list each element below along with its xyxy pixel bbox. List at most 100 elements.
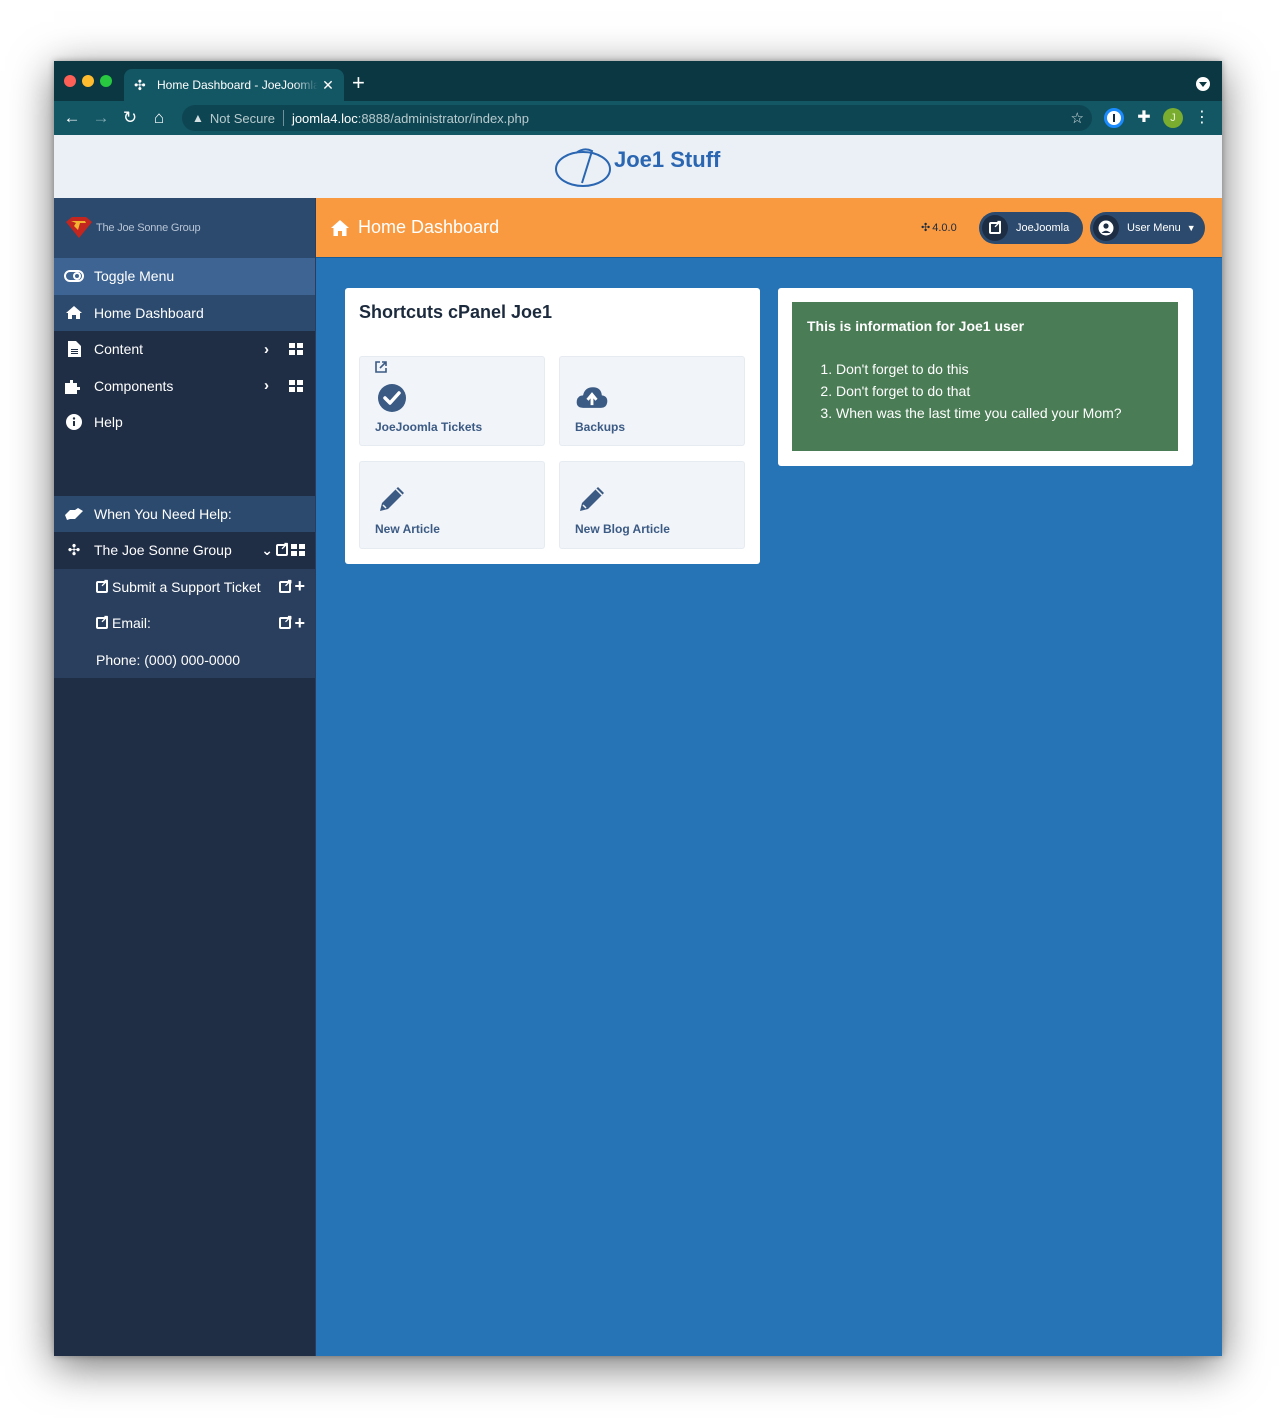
password-manager-icon[interactable] [1104,108,1124,128]
handshake-icon [64,507,84,521]
pencil-icon [580,487,604,511]
chevron-right-icon[interactable]: › [264,341,269,358]
browser-toolbar: ← → ↻ ⌂ ▲ Not Secure joomla4.loc :8888/a… [54,101,1222,135]
toggle-menu-button[interactable]: Toggle Menu [54,258,315,295]
view-site-label: JoeJoomla [1016,222,1070,234]
extensions-icon[interactable]: ✚ [1134,108,1154,128]
reload-icon[interactable]: ↻ [119,107,141,129]
sidebar-item-help[interactable]: Help [54,404,315,441]
browser-menu-icon[interactable]: ⋮ [1192,108,1212,128]
view-site-button[interactable]: JoeJoomla [979,212,1083,244]
check-circle-icon [378,384,406,412]
user-menu-label: User Menu [1127,222,1181,234]
shortcut-label: Backups [575,420,626,434]
chevron-down-icon[interactable]: ⌄ [261,542,273,559]
external-link-icon [375,361,387,376]
sidebar-item-label: Content [94,341,144,358]
toggle-menu-label: Toggle Menu [94,268,175,285]
sidebar-item-email[interactable]: Email: + [54,605,315,642]
new-tab-button[interactable]: + [352,71,365,95]
sidebar-item-joe-sonne-group[interactable]: ✣ The Joe Sonne Group ⌄ [54,532,315,569]
info-list-item: Don't forget to do that [836,380,1122,402]
pencil-icon [380,487,404,511]
chevron-down-icon: ▼ [1186,223,1196,233]
address-bar[interactable]: ▲ Not Secure joomla4.loc :8888/administr… [182,105,1092,131]
shortcut-label: New Article [375,522,440,536]
shortcut-label: JoeJoomla Tickets [375,420,483,434]
sidebar-item-label: Help [94,414,123,431]
sidebar-item-label: Phone: (000) 000-0000 [96,651,240,668]
version-text: 4.0.0 [932,221,957,234]
dashboard-grid-icon[interactable] [291,544,305,557]
item-actions: + [279,613,305,634]
joomla-icon: ✣ [921,222,931,234]
external-link-icon[interactable] [276,540,289,557]
close-tab-icon[interactable]: ✕ [318,77,338,94]
external-link-icon[interactable] [279,577,293,593]
sidebar-item-label: Email: [112,615,151,632]
help-group-heading-label: When You Need Help: [94,505,232,522]
info-list-item: Don't forget to do this [836,358,1122,380]
toggle-icon [64,270,84,283]
close-window-button[interactable] [64,75,76,87]
info-icon [64,414,84,431]
user-menu-button[interactable]: User Menu ▼ [1090,212,1205,244]
sidebar-brand[interactable]: The Joe Sonne Group [54,198,315,258]
plus-icon[interactable]: + [294,613,305,634]
page-title-text: Home Dashboard [358,217,500,237]
shortcut-new-article[interactable]: New Article [359,461,545,549]
dashboard-grid-icon[interactable] [289,343,303,356]
security-label: Not Secure [209,110,275,126]
back-icon[interactable]: ← [61,107,83,129]
sidebar-brand-name: The Joe Sonne Group [96,222,201,234]
sidebar-item-content[interactable]: Content › [54,331,315,368]
external-link-icon[interactable] [279,613,293,630]
site-brand-text: Joe1 Stuff [614,147,721,172]
shortcut-joejoomla-tickets[interactable]: JoeJoomla Tickets [359,356,545,446]
profile-avatar[interactable]: J [1163,108,1183,128]
url-host: joomla4.loc [291,110,358,126]
site-brand[interactable]: Joe1 Stuff [554,143,720,189]
sidebar-item-home-dashboard[interactable]: Home Dashboard [54,294,315,331]
sidebar-item-label: Components [94,377,174,394]
minimize-window-button[interactable] [82,75,94,87]
shortcuts-card: Shortcuts cPanel Joe1 JoeJoomla Tickets … [345,288,760,564]
forward-icon[interactable]: → [90,107,112,129]
sidebar-item-label: Home Dashboard [94,304,204,321]
external-link-icon [96,613,109,630]
page-title: Home Dashboard [330,217,499,238]
bookmark-star-icon[interactable]: ☆ [1071,109,1084,127]
shortcut-new-blog-article[interactable]: New Blog Article [559,461,745,549]
sidebar-item-submit-ticket[interactable]: Submit a Support Ticket + [54,569,315,606]
divider [282,110,284,126]
home-icon[interactable]: ⌂ [148,107,170,129]
user-circle-icon [1093,215,1119,241]
info-title: This is information for Joe1 user [807,318,1025,334]
url-path: :8888/administrator/index.php [357,110,529,126]
sidebar-item-phone: Phone: (000) 000-0000 [54,642,315,679]
chevron-right-icon[interactable]: › [264,377,269,394]
dashboard-grid-icon[interactable] [289,379,303,392]
page-header: Home Dashboard ✣ 4.0.0 JoeJoomla User Me… [316,198,1222,258]
sidebar: The Joe Sonne Group Toggle Menu Home Das… [54,198,316,1356]
info-card: This is information for Joe1 user Don't … [778,288,1193,466]
sidebar-item-label: Submit a Support Ticket [112,578,261,595]
shortcuts-title: Shortcuts cPanel Joe1 [359,302,553,322]
sidebar-item-components[interactable]: Components › [54,368,315,405]
maximize-window-button[interactable] [100,75,112,87]
browser-window: ✣ Home Dashboard - JoeJoomla ✕ + ← → ↻ ⌂… [54,61,1222,1356]
browser-tab[interactable]: ✣ Home Dashboard - JoeJoomla ✕ [124,69,344,101]
warning-icon: ▲ [192,111,204,125]
joomla-icon: ✣ [67,542,81,560]
home-icon [331,219,349,236]
site-header: Joe1 Stuff [54,135,1222,198]
home-icon [64,305,84,320]
shortcut-label: New Blog Article [575,522,670,536]
shortcut-backups[interactable]: Backups [559,356,745,446]
info-box: This is information for Joe1 user Don't … [792,302,1178,451]
tab-search-icon[interactable] [1196,77,1210,91]
puzzle-icon [64,378,84,394]
joomla-version: ✣ 4.0.0 [921,221,957,235]
plus-icon[interactable]: + [294,576,305,597]
